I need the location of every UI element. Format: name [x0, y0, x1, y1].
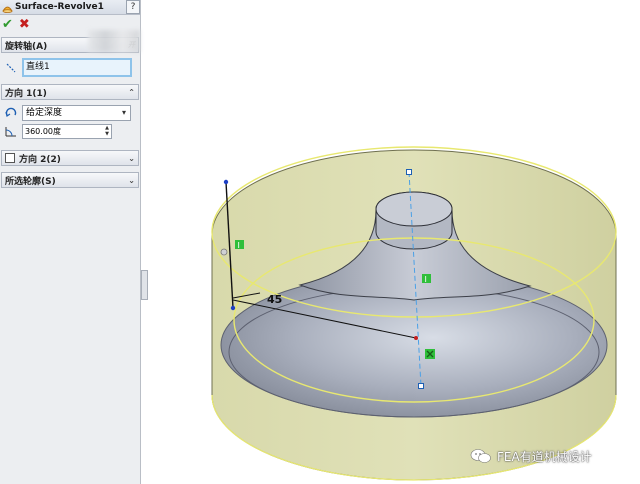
chevron-down-icon: ▾: [121, 108, 126, 117]
direction2-section-header[interactable]: 方向 2(2) ⌄: [1, 150, 139, 166]
axis-line-icon: [3, 60, 19, 76]
direction2-checkbox[interactable]: [5, 153, 15, 163]
axis-section-title: 旋转轴(A): [5, 41, 48, 52]
angle-input[interactable]: 360.00度 ▲ ▼: [22, 123, 112, 139]
angle-row: 360.00度 ▲ ▼: [3, 123, 137, 139]
expand-chevron-icon[interactable]: ⌄: [128, 154, 135, 163]
revolve-feature-icon: [2, 6, 13, 13]
sketch-point-end[interactable]: [414, 336, 418, 340]
axis-input[interactable]: 直线1: [22, 58, 132, 77]
ok-button[interactable]: ✔: [2, 15, 13, 35]
sketch-point-left[interactable]: [220, 248, 228, 256]
angle-icon: [3, 123, 19, 139]
angle-value: 360.00度: [25, 126, 61, 136]
blurred-region: [88, 30, 140, 52]
contours-section-header[interactable]: 所选轮廓(S) ⌄: [1, 172, 139, 188]
graphics-viewport[interactable]: I I 45: [146, 0, 640, 484]
watermark-text: FEA有道机械设计: [497, 449, 592, 464]
axis-row: 直线1: [3, 58, 137, 77]
direction2-section-title: 方向 2(2): [19, 154, 61, 165]
property-manager-panel: Surface-Revolve1 ? ✔ ✖ 旋转轴(A) 开 直线1 方向 1…: [0, 0, 141, 484]
end-condition-select[interactable]: 给定深度 ▾: [22, 105, 131, 121]
sketch-point-bottom[interactable]: [230, 305, 236, 311]
direction1-section-title: 方向 1(1): [5, 88, 47, 99]
direction1-section-header[interactable]: 方向 1(1) ⌃: [1, 84, 139, 100]
feature-titlebar: Surface-Revolve1 ?: [0, 0, 140, 15]
axis-section-body: 直线1: [0, 53, 140, 82]
expand-chevron-icon[interactable]: ⌄: [128, 176, 135, 185]
end-condition-row: 给定深度 ▾: [3, 105, 137, 121]
direction1-section-body: 给定深度 ▾ 360.00度 ▲ ▼: [0, 100, 140, 144]
hub-top-face[interactable]: [375, 191, 453, 227]
contours-section-title: 所选轮廓(S): [5, 176, 56, 187]
axis-endpoint-top[interactable]: [406, 169, 412, 175]
cancel-button[interactable]: ✖: [19, 15, 30, 35]
relation-label-1: I: [238, 241, 240, 250]
spinner-arrows-icon[interactable]: ▲ ▼: [103, 125, 111, 138]
axis-endpoint-bottom[interactable]: [418, 383, 424, 389]
wechat-logo-icon: [470, 448, 492, 464]
sketch-point-top[interactable]: [223, 179, 229, 185]
end-condition-value: 给定深度: [26, 108, 63, 118]
relation-label-2: I: [425, 275, 427, 284]
coincident-marker-icon[interactable]: [425, 349, 435, 359]
collapse-chevron-icon[interactable]: ⌃: [128, 88, 135, 97]
reverse-direction-icon[interactable]: [3, 105, 19, 121]
watermark: FEA有道机械设计: [470, 446, 592, 466]
feature-title: Surface-Revolve1: [15, 2, 104, 12]
help-button[interactable]: ?: [126, 0, 140, 14]
dimension-value[interactable]: 45: [267, 293, 282, 306]
